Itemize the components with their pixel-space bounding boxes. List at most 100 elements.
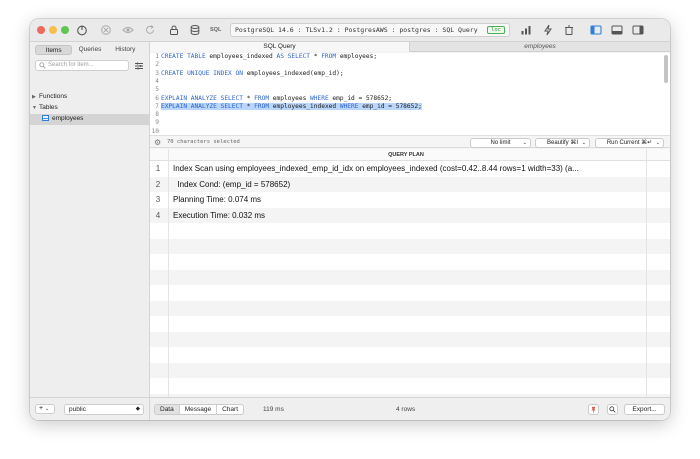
tab-data[interactable]: Data [155, 405, 180, 414]
lock-icon[interactable] [167, 23, 181, 37]
tab-sql-query[interactable]: SQL Query [150, 42, 410, 52]
schema-select[interactable]: public ◆ [64, 404, 144, 415]
search-results-button[interactable] [607, 404, 618, 415]
code-line[interactable]: 6 EXPLAIN ANALYZE SELECT * FROM employees… [150, 95, 662, 103]
code-keyword: CREATE TABLE [161, 53, 206, 60]
code-keyword: EXPLAIN ANALYZE SELECT [161, 94, 243, 102]
table-row[interactable]: 1 Index Scan using employees_indexed_emp… [150, 161, 670, 177]
sql-editor[interactable]: 1 CREATE TABLE employees_indexed AS SELEC… [150, 53, 670, 135]
sidebar-tab-history[interactable]: History [108, 45, 143, 55]
line-number: 9 [155, 119, 159, 127]
tab-employees[interactable]: employees [410, 42, 670, 52]
code-line[interactable]: 8 [150, 111, 662, 119]
code-keyword: FROM [321, 53, 337, 60]
chevron-right-icon[interactable]: ▶ [32, 92, 39, 102]
add-item-button[interactable]: + ⌄ [35, 404, 55, 414]
trash-icon[interactable] [562, 23, 576, 37]
code-line[interactable]: 2 [150, 61, 662, 69]
connection-badge: loc [487, 26, 505, 34]
code-text: employees_indexed [205, 53, 277, 60]
code-text: employees_indexed(emp_id); [242, 69, 344, 77]
database-icon[interactable] [188, 23, 202, 37]
column-divider [168, 149, 169, 397]
code-keyword: AS SELECT [276, 53, 311, 60]
toggle-sidebar-icon[interactable] [589, 23, 603, 37]
beautify-button[interactable]: Beautify ⌘I ⌄ [535, 138, 590, 148]
tree-label-tables: Tables [39, 104, 58, 111]
editor-scrollbar[interactable] [664, 55, 668, 83]
chevron-down-icon: ⌄ [581, 140, 586, 146]
code-text: emp_id = 578652; [358, 102, 422, 110]
code-keyword: EXPLAIN ANALYZE SELECT [161, 102, 243, 110]
editor-options-bar: ⚙ 70 characters selected No limit ⌄ Beaut… [150, 135, 670, 148]
chevron-down-icon[interactable]: ▼ [32, 103, 39, 113]
chevron-updown-icon: ◆ [135, 406, 140, 412]
line-number: 1 [155, 53, 159, 60]
code-line[interactable]: 4 [150, 78, 662, 86]
line-number: 2 [155, 61, 159, 69]
empty-row [150, 285, 670, 301]
chevron-down-icon: ⌄ [655, 140, 660, 146]
filter-icon[interactable] [134, 61, 144, 71]
code-line[interactable]: 9 [150, 119, 662, 127]
table-row[interactable]: 4 Execution Time: 0.032 ms [150, 207, 670, 224]
table-cell[interactable]: Index Cond: (emp_id = 578652) [173, 177, 645, 193]
line-number: 7 [155, 102, 159, 110]
toggle-right-panel-icon[interactable] [631, 23, 645, 37]
tree-group-tables[interactable]: ▼ Tables [32, 103, 58, 113]
row-number: 1 [155, 164, 161, 173]
sql-mode-label[interactable]: SQL [210, 27, 221, 33]
code-text: emp_id = 578652; [328, 94, 393, 102]
zoom-window-button[interactable] [61, 26, 69, 34]
line-number: 4 [155, 77, 159, 85]
table-row[interactable]: 2 Index Cond: (emp_id = 578652) [150, 176, 670, 193]
close-window-button[interactable] [37, 26, 45, 34]
code-line[interactable]: 1 CREATE TABLE employees_indexed AS SELEC… [150, 53, 662, 61]
empty-row [150, 254, 670, 270]
empty-row [150, 347, 670, 363]
cancel-icon[interactable] [99, 23, 113, 37]
sidebar-tab-queries[interactable]: Queries [72, 45, 107, 55]
app-window: SQL PostgreSQL 14.6 : TLSv1.2 : Postgres… [30, 19, 670, 420]
column-header-query-plan[interactable]: QUERY PLAN [166, 149, 646, 161]
code-line[interactable]: 5 [150, 86, 662, 94]
table-cell[interactable]: Execution Time: 0.032 ms [173, 208, 645, 224]
sidebar-search-input[interactable]: Search for item... [35, 60, 129, 71]
empty-row [150, 238, 670, 254]
toolbar: SQL PostgreSQL 14.6 : TLSv1.2 : Postgres… [30, 19, 670, 42]
code-line-selected[interactable]: 7 EXPLAIN ANALYZE SELECT * FROM employees… [150, 102, 662, 111]
tree-item-employees[interactable]: employees [42, 114, 83, 124]
power-icon[interactable] [75, 23, 89, 37]
code-keyword: FROM [254, 94, 270, 102]
export-button[interactable]: Export... [624, 404, 665, 415]
search-icon [609, 406, 616, 413]
run-current-button[interactable]: Run Current ⌘↵ ⌄ [595, 138, 664, 148]
bolt-icon[interactable] [541, 23, 555, 37]
code-text: employees; [336, 53, 378, 60]
tree-group-functions[interactable]: ▶ Functions [32, 92, 67, 102]
chart-icon[interactable] [519, 23, 533, 37]
minimize-window-button[interactable] [49, 26, 57, 34]
limit-select[interactable]: No limit ⌄ [470, 138, 531, 148]
line-number: 6 [155, 94, 159, 102]
empty-row [150, 316, 670, 332]
query-tabs: SQL Query employees [150, 42, 670, 52]
pin-button[interactable] [588, 404, 599, 415]
gear-icon[interactable]: ⚙ [154, 138, 161, 147]
table-cell[interactable]: Planning Time: 0.074 ms [173, 192, 645, 208]
sidebar: Items Queries History Search for item...… [30, 42, 150, 397]
tab-message[interactable]: Message [180, 405, 218, 414]
search-placeholder: Search for item... [48, 62, 94, 68]
sidebar-tab-items[interactable]: Items [35, 45, 73, 55]
table-row[interactable]: 3 Planning Time: 0.074 ms [150, 192, 670, 208]
refresh-icon[interactable] [143, 23, 157, 37]
tab-chart[interactable]: Chart [217, 405, 243, 414]
run-current-label: Run Current ⌘↵ [606, 140, 653, 146]
results-grid[interactable]: QUERY PLAN 1 Index Scan using employees_… [150, 149, 670, 397]
sidebar-footer: + ⌄ public ◆ [30, 397, 150, 420]
table-cell[interactable]: Index Scan using employees_indexed_emp_i… [173, 161, 645, 177]
toggle-bottom-panel-icon[interactable] [610, 23, 624, 37]
code-line[interactable]: 3 CREATE UNIQUE INDEX ON employees_indexe… [150, 70, 662, 78]
code-text: employees_indexed [269, 102, 340, 110]
eye-icon[interactable] [121, 23, 135, 37]
